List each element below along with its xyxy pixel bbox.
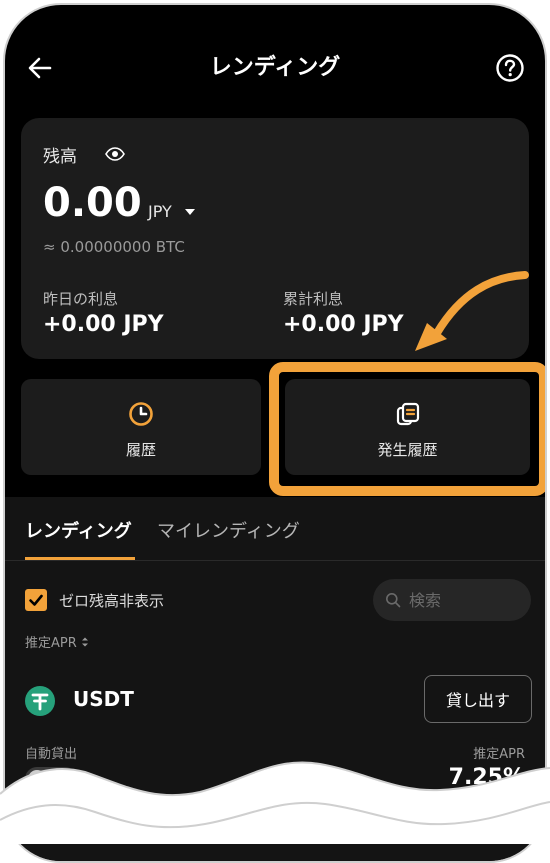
asset-name: USDT bbox=[73, 687, 134, 711]
tab-lending[interactable]: レンディング bbox=[25, 517, 132, 543]
phone-frame: レンディング 残高 0.00 JPY ≈ 0.00000000 BTC 昨日の利… bbox=[3, 3, 547, 863]
currency-selector[interactable]: JPY bbox=[148, 202, 172, 221]
hide-zero-checkbox[interactable] bbox=[25, 589, 47, 611]
caret-down-icon[interactable] bbox=[185, 209, 195, 215]
hide-zero-label: ゼロ残高非表示 bbox=[59, 592, 165, 610]
torn-edge bbox=[0, 761, 550, 844]
app-header: レンディング bbox=[5, 5, 545, 123]
yesterday-interest-label: 昨日の利息 bbox=[43, 290, 119, 308]
total-interest-label: 累計利息 bbox=[283, 290, 344, 308]
apr-sort-label: 推定APR bbox=[25, 636, 77, 651]
tab-my-lending[interactable]: マイレンディング bbox=[157, 517, 300, 543]
highlight-frame bbox=[269, 362, 545, 496]
check-icon bbox=[29, 594, 43, 606]
balance-label: 残高 bbox=[43, 147, 77, 167]
history-label: 履歴 bbox=[125, 441, 156, 459]
usdt-icon bbox=[25, 686, 55, 716]
tab-divider bbox=[5, 560, 545, 561]
apr-sort-button[interactable]: 推定APR bbox=[25, 632, 89, 651]
total-interest-value: +0.00 JPY bbox=[283, 312, 404, 337]
yesterday-interest-value: +0.00 JPY bbox=[43, 312, 164, 337]
search-icon bbox=[386, 593, 401, 608]
balance-value: 0.00 bbox=[43, 180, 142, 226]
history-button[interactable]: 履歴 bbox=[21, 379, 261, 475]
page-title: レンディング bbox=[209, 55, 341, 80]
lend-button[interactable]: 貸し出す bbox=[424, 675, 532, 723]
btc-equivalent: ≈ 0.00000000 BTC bbox=[43, 238, 185, 256]
sort-icon bbox=[81, 637, 88, 647]
tether-glyph-icon bbox=[31, 693, 49, 711]
clock-icon bbox=[129, 402, 153, 426]
question-circle-icon[interactable] bbox=[495, 53, 525, 83]
pointer-arrow-icon bbox=[415, 271, 529, 351]
eye-icon[interactable] bbox=[105, 146, 125, 162]
